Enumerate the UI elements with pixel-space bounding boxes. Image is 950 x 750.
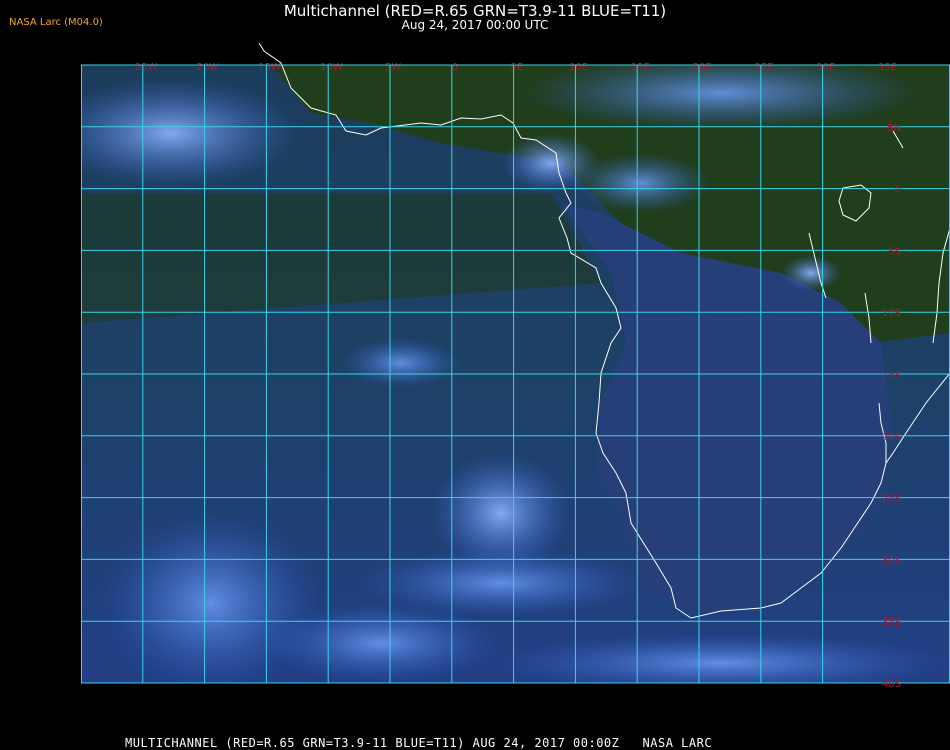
latitude-label: 10S [882,308,901,319]
latitude-label: 20S [882,432,901,443]
longitude-label: 10E [569,62,588,73]
longitude-label: 15W [258,62,281,73]
longitude-label: 20W [196,62,219,73]
latitude-label: 0 [895,185,901,196]
longitude-label: 25E [754,62,773,73]
longitude-label: 0 [452,62,458,73]
longitude-label: 30E [816,62,835,73]
longitude-label: 5E [510,62,523,73]
latitude-label: 35S [882,617,901,628]
latitude-label: 15S [882,370,901,381]
latitude-label: 30S [882,555,901,566]
satellite-image: 25W 20W 15W 10W 5W 0 5E 10E 15E 20E 25E 30E 35E 5N 0 5S… [81,43,950,690]
map-timestamp: Aug 24, 2017 00:00 UTC [401,18,549,32]
longitude-label: 10W [320,62,343,73]
longitude-label: 20E [693,62,712,73]
longitude-label: 35E [878,62,897,73]
latitude-label: 40S [882,679,901,690]
latitude-label: 25S [882,494,901,505]
credit-label: NASA Larc (M04.0) [9,17,103,28]
longitude-label: 25W [135,62,158,73]
satellite-map: 25W 20W 15W 10W 5W 0 5E 10E 15E 20E 25E 30E 35E 5N 0 5S… [81,43,950,727]
latitude-label: 5N [887,123,901,134]
longitude-label: 5W [385,62,401,73]
latitude-label: 5S [888,246,901,257]
longitude-label: 15E [631,62,650,73]
footer-caption: MULTICHANNEL (RED=R.65 GRN=T3.9-11 BLUE=… [125,736,713,750]
